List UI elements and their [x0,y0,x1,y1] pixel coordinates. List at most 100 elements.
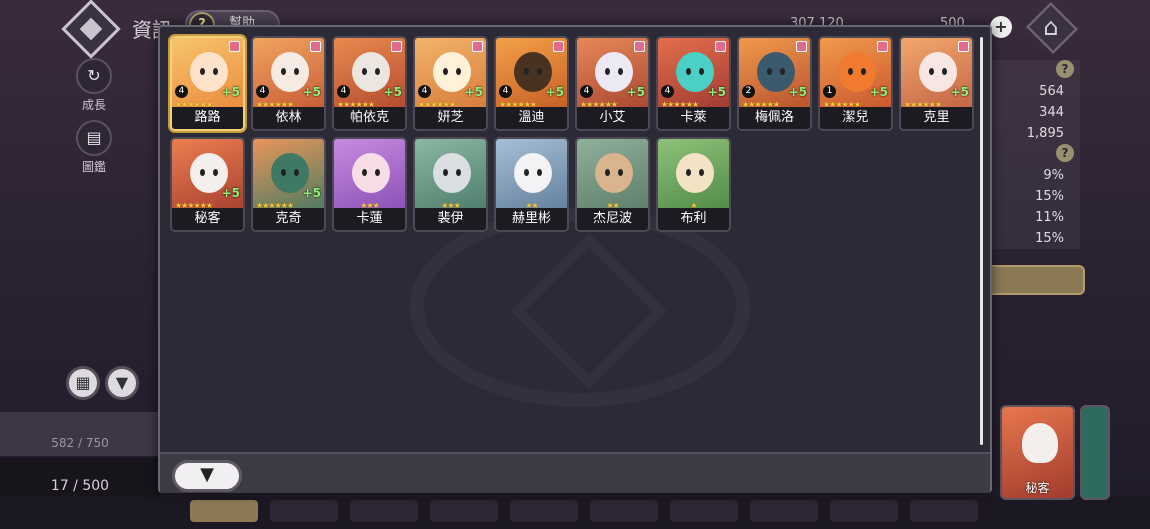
tab-item[interactable] [510,500,578,522]
tab-item[interactable] [350,500,418,522]
hero-card[interactable]: 4 +5 ★★★★★★ 帕依克 [332,36,407,131]
background-hero-card[interactable]: 秘客 [1000,405,1075,500]
hero-card[interactable]: 4 +5 ★★★★★★ 卡萊 [656,36,731,131]
hero-card[interactable]: ★★★ 卡蓮 [332,137,407,232]
tab-item[interactable] [270,500,338,522]
hero-level: 4 [418,85,431,98]
emblem-watermark [410,207,750,407]
side-button-book[interactable]: ▤ 圖鑑 [72,120,116,175]
hero-eye [375,169,380,176]
hero-eye [443,169,448,176]
home-icon: ⌂ [1043,13,1059,41]
hero-enhance-level: +5 [788,85,807,99]
growth-icon: ↻ [76,58,112,94]
modal-footer: ▼ [160,452,990,493]
hero-level: 4 [337,85,350,98]
background-hero-card[interactable] [1080,405,1110,500]
hero-eye [699,68,704,75]
hero-card[interactable]: +5 ★★★★★★ 秘客 [170,137,245,232]
hero-card[interactable]: ★★★ 裴伊 [413,137,488,232]
tab-item[interactable] [590,500,658,522]
hero-card[interactable]: ★★ 杰尼波 [575,137,650,232]
hero-enhance-level: +5 [464,85,483,99]
hero-name: 妍芝 [415,107,486,129]
hero-eye [200,68,205,75]
hero-eye [362,169,367,176]
hero-card[interactable]: 4 +5 ★★★★★★ 依林 [251,36,326,131]
hero-eye [456,169,461,176]
hero-enhance-level: +5 [383,85,402,99]
scrollbar[interactable] [980,37,983,445]
grid-view-button[interactable]: ▦ [66,366,100,400]
hero-eye [281,169,286,176]
hero-enhance-level: +5 [221,85,240,99]
new-badge-icon [877,41,888,52]
hero-card[interactable]: ★★ 赫里彬 [494,137,569,232]
hero-enhance-level: +5 [221,186,240,200]
tab-item[interactable] [830,500,898,522]
roster-count: 17 / 500 [0,458,160,498]
hero-portrait [1022,423,1058,463]
tab-item[interactable] [910,500,978,522]
hero-card[interactable]: 4 +5 ★★★★★★ 妍芝 [413,36,488,131]
hero-level: 2 [742,85,755,98]
hero-eye [375,68,380,75]
hero-card[interactable]: +5 ★★★★★★ 克奇 [251,137,326,232]
hero-card[interactable]: 4 +5 ★★★★★★ 路路 [170,36,245,131]
hero-eye [699,169,704,176]
stat-value: 1,895 [990,123,1080,144]
tab-item[interactable] [430,500,498,522]
action-bar[interactable] [990,265,1085,295]
stat-value: 11% [990,207,1080,228]
hero-card[interactable]: 1 +5 ★★★★★★ 潔兒 [818,36,893,131]
hero-eye [686,68,691,75]
game-logo-icon [61,0,121,59]
side-button-growth[interactable]: ↻ 成長 [72,58,116,113]
new-badge-icon [229,41,240,52]
hero-name: 杰尼波 [577,208,648,230]
tab-item[interactable] [670,500,738,522]
question-icon[interactable]: ? [1056,144,1074,162]
hero-name: 裴伊 [415,208,486,230]
hero-name: 克奇 [253,208,324,230]
hero-eye [294,68,299,75]
hero-eye [780,68,785,75]
new-badge-icon [958,41,969,52]
question-icon[interactable]: ? [1056,60,1074,78]
tab-item[interactable] [190,500,258,522]
stat-header: ? [990,144,1080,165]
hero-level: 4 [499,85,512,98]
new-badge-icon [715,41,726,52]
hero-enhance-level: +5 [302,85,321,99]
hero-enhance-level: +5 [869,85,888,99]
filter-button[interactable]: ▼ [172,460,242,492]
hero-card[interactable]: +5 ★★★★★★ 克里 [899,36,974,131]
hero-card[interactable]: 2 +5 ★★★★★★ 梅佩洛 [737,36,812,131]
hero-name: 潔兒 [820,107,891,129]
stat-value: 9% [990,165,1080,186]
hero-card[interactable]: 4 +5 ★★★★★★ 小艾 [575,36,650,131]
hero-eye [861,68,866,75]
new-badge-icon [634,41,645,52]
stat-value: 564 [990,81,1080,102]
hero-face [676,153,714,193]
hero-eye [605,169,610,176]
filter-icon: ▼ [200,464,214,485]
hero-name: 秘客 [172,208,243,230]
hero-eye [524,169,529,176]
hero-eye [848,68,853,75]
hero-eye [929,68,934,75]
hero-eye [618,169,623,176]
hero-eye [456,68,461,75]
hero-name: 卡萊 [658,107,729,129]
filter-icon-button[interactable]: ▼ [105,366,139,400]
hero-name: 梅佩洛 [739,107,810,129]
hero-enhance-level: +5 [302,186,321,200]
tab-item[interactable] [750,500,818,522]
hero-face [595,153,633,193]
hero-name: 小艾 [577,107,648,129]
hero-card[interactable]: ★ 布利 [656,137,731,232]
hero-level: 4 [661,85,674,98]
hero-card[interactable]: 4 +5 ★★★★★★ 溫迪 [494,36,569,131]
add-currency-button[interactable]: + [990,16,1012,38]
